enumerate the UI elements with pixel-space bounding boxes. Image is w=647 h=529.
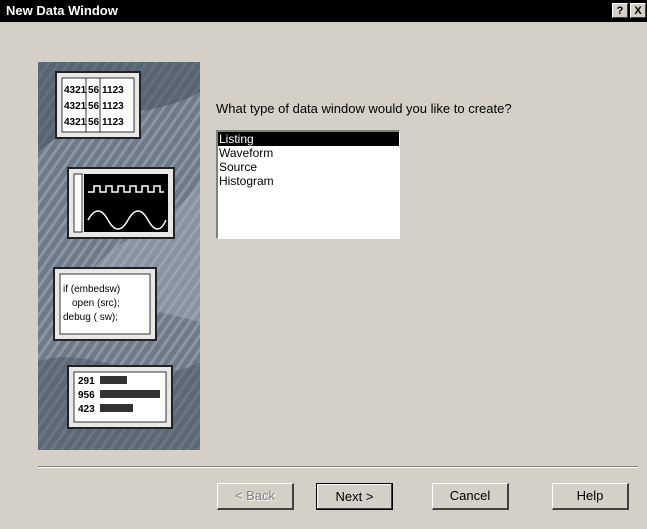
listing-cell: 56: [88, 101, 100, 112]
histogram-panel: 291 956 423: [67, 365, 173, 429]
back-button[interactable]: < Back: [217, 483, 294, 510]
waveform-panel: [67, 167, 175, 239]
listing-cell: 4321: [64, 85, 87, 96]
source-panel: if (embedsw) open (src); debug ( sw);: [53, 267, 157, 341]
cancel-button[interactable]: Cancel: [432, 483, 509, 510]
source-line: open (src);: [72, 298, 120, 309]
histogram-label: 956: [78, 390, 95, 401]
window-title: New Data Window: [6, 3, 118, 18]
listing-cell: 1123: [102, 85, 124, 96]
wizard-illustration: 4321 56 1123 4321 56 1123 4321 56 1123 if (embed…: [38, 62, 200, 450]
list-item-listing[interactable]: Listing: [218, 132, 399, 146]
help-icon[interactable]: ?: [612, 3, 628, 18]
listing-cell: 4321: [64, 101, 87, 112]
next-button[interactable]: Next >: [316, 483, 393, 510]
list-item-waveform[interactable]: Waveform: [218, 146, 399, 160]
help-button[interactable]: Help: [552, 483, 629, 510]
histogram-bar: [100, 404, 133, 412]
listing-cell: 56: [88, 85, 100, 96]
close-icon[interactable]: X: [630, 3, 646, 18]
question-label: What type of data window would you like …: [216, 101, 512, 116]
new-data-window-dialog: New Data Window ? X 4321 56 1123 4321 56 112: [0, 0, 647, 529]
list-item-histogram[interactable]: Histogram: [218, 174, 399, 188]
data-window-type-listbox[interactable]: Listing Waveform Source Histogram: [216, 130, 400, 239]
source-line: debug ( sw);: [63, 312, 118, 323]
histogram-bar: [100, 390, 160, 398]
listing-cell: 1123: [102, 117, 124, 128]
listing-panel: 4321 56 11234321 56 11234321 56 1123: [55, 71, 141, 139]
histogram-label: 423: [78, 404, 95, 415]
histogram-label: 291: [78, 376, 95, 387]
illustration-graphic: 4321 56 11234321 56 11234321 56 1123 if (embed…: [38, 62, 200, 450]
title-bar: New Data Window ? X: [0, 0, 647, 22]
histogram-bar: [100, 376, 127, 384]
listing-cell: 56: [88, 117, 100, 128]
listing-cell: 4321: [64, 117, 87, 128]
button-divider: [38, 466, 638, 468]
list-item-source[interactable]: Source: [218, 160, 399, 174]
listing-cell: 1123: [102, 101, 124, 112]
source-line: if (embedsw): [63, 284, 120, 295]
